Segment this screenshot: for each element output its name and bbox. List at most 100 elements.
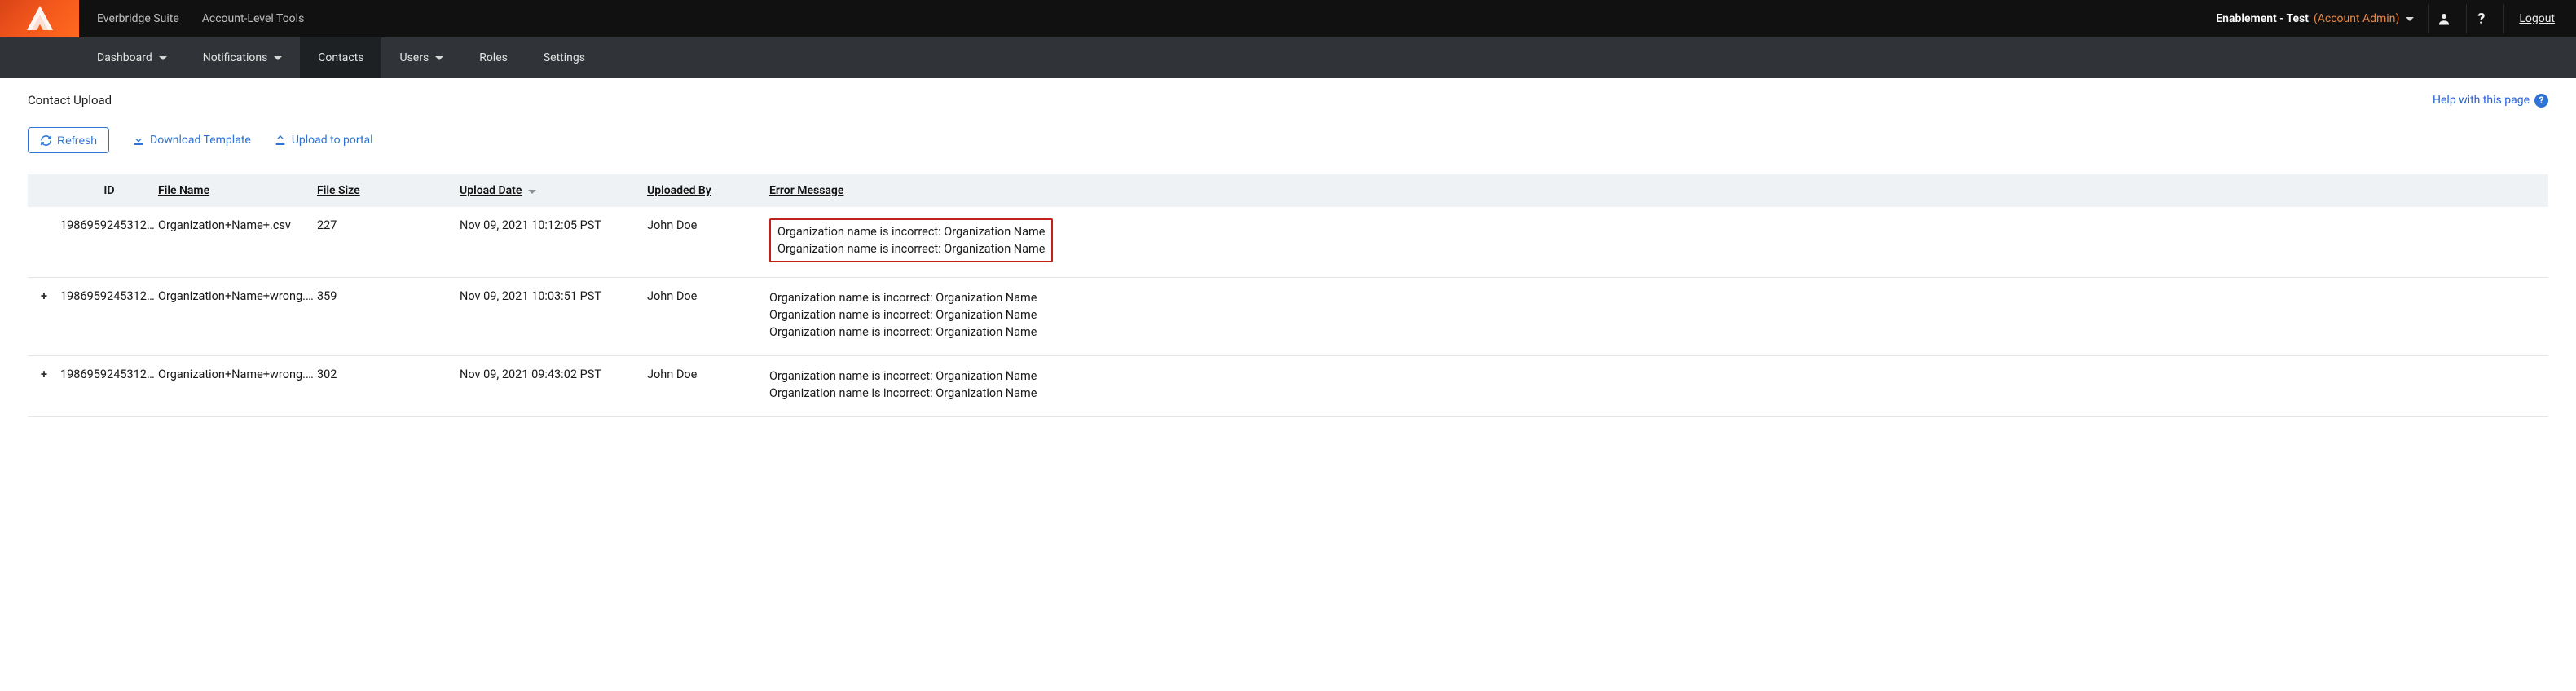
cell-error: Organization name is incorrect: Organiza… — [769, 218, 2539, 262]
cell-id: 19869592453125... — [60, 218, 158, 262]
cell-date: Nov 09, 2021 10:12:05 PST — [460, 218, 647, 262]
nav-settings[interactable]: Settings — [526, 37, 603, 78]
account-name: Enablement - Test — [2216, 12, 2309, 25]
col-file[interactable]: File Name — [158, 184, 317, 197]
col-by-label[interactable]: Uploaded By — [647, 184, 711, 197]
refresh-icon — [40, 134, 52, 147]
topbar-left: Everbridge Suite Account-Level Tools — [79, 0, 2206, 37]
error-line: Organization name is incorrect: Organiza… — [777, 240, 1045, 257]
cell-file: Organization+Name+wrong.c... — [158, 289, 317, 341]
expand-cell[interactable]: + — [37, 368, 60, 402]
page-header: Contact Upload Help with this page ? — [28, 93, 2548, 108]
chevron-down-icon — [435, 56, 443, 60]
account-switcher[interactable]: Enablement - Test (Account Admin) — [2216, 12, 2420, 25]
nav-notifications-label: Notifications — [203, 51, 268, 64]
topbar: Everbridge Suite Account-Level Tools Ena… — [0, 0, 2576, 37]
nav-dashboard-label: Dashboard — [97, 51, 152, 64]
cell-by: John Doe — [647, 289, 769, 341]
cell-size: 227 — [317, 218, 460, 262]
col-size-label[interactable]: File Size — [317, 184, 360, 197]
cell-file: Organization+Name+.csv — [158, 218, 317, 262]
cell-by: John Doe — [647, 368, 769, 402]
user-icon — [2437, 11, 2451, 26]
everbridge-logo-icon — [24, 4, 56, 33]
cell-error: Organization name is incorrect: Organiza… — [769, 368, 2539, 402]
table-body: 19869592453125...Organization+Name+.csv2… — [28, 207, 2548, 417]
tools-link[interactable]: Account-Level Tools — [202, 12, 305, 25]
logout-link[interactable]: Logout — [2503, 4, 2566, 33]
cell-file: Organization+Name+wrong.c... — [158, 368, 317, 402]
error-lines: Organization name is incorrect: Organiza… — [769, 289, 2522, 341]
col-id: ID — [60, 184, 158, 197]
uploads-table: ID File Name File Size Upload Date Uploa… — [28, 174, 2548, 417]
download-icon — [132, 134, 145, 147]
cell-by: John Doe — [647, 218, 769, 262]
suite-link[interactable]: Everbridge Suite — [97, 12, 179, 25]
nav-dashboard[interactable]: Dashboard — [79, 37, 185, 78]
main-nav: Dashboard Notifications Contacts Users R… — [0, 37, 2576, 78]
error-line: Organization name is incorrect: Organiza… — [769, 385, 2522, 402]
error-line: Organization name is incorrect: Organiza… — [769, 368, 2522, 385]
upload-portal-link[interactable]: Upload to portal — [274, 134, 373, 147]
nav-roles-label: Roles — [479, 51, 508, 64]
col-expand — [37, 184, 60, 197]
col-id-label: ID — [103, 184, 114, 197]
help-link-label: Help with this page — [2433, 94, 2530, 107]
cell-date: Nov 09, 2021 10:03:51 PST — [460, 289, 647, 341]
question-icon: ? — [2477, 11, 2485, 28]
col-by[interactable]: Uploaded By — [647, 184, 769, 197]
cell-id: 19869592453125... — [60, 368, 158, 402]
col-err-label[interactable]: Error Message — [769, 184, 843, 197]
user-profile-button[interactable] — [2428, 4, 2458, 33]
table-header: ID File Name File Size Upload Date Uploa… — [28, 174, 2548, 207]
upload-label: Upload to portal — [292, 134, 373, 147]
table-row: +19869592453125...Organization+Name+wron… — [28, 356, 2548, 417]
cell-error: Organization name is incorrect: Organiza… — [769, 289, 2539, 341]
error-line: Organization name is incorrect: Organiza… — [769, 323, 2522, 341]
col-date[interactable]: Upload Date — [460, 184, 647, 197]
col-file-label[interactable]: File Name — [158, 184, 209, 197]
page-body: Contact Upload Help with this page ? Ref… — [0, 78, 2576, 442]
refresh-label: Refresh — [57, 134, 97, 147]
chevron-down-icon — [159, 56, 167, 60]
expand-cell — [37, 218, 60, 262]
table-row: +19869592453125...Organization+Name+wron… — [28, 278, 2548, 356]
help-link[interactable]: Help with this page ? — [2433, 94, 2548, 108]
nav-settings-label: Settings — [544, 51, 585, 64]
cell-date: Nov 09, 2021 09:43:02 PST — [460, 368, 647, 402]
expand-row-button[interactable]: + — [37, 289, 51, 302]
help-button[interactable]: ? — [2466, 4, 2495, 33]
nav-contacts-label: Contacts — [318, 51, 363, 64]
error-line: Organization name is incorrect: Organiza… — [777, 223, 1045, 240]
expand-row-button[interactable]: + — [37, 368, 51, 381]
nav-contacts[interactable]: Contacts — [300, 37, 381, 78]
nav-users-label: Users — [399, 51, 429, 64]
error-line: Organization name is incorrect: Organiza… — [769, 306, 2522, 323]
nav-notifications[interactable]: Notifications — [185, 37, 301, 78]
account-role: (Account Admin) — [2314, 12, 2399, 25]
cell-size: 359 — [317, 289, 460, 341]
brand-logo[interactable] — [0, 0, 79, 37]
error-lines: Organization name is incorrect: Organiza… — [769, 368, 2522, 402]
error-line: Organization name is incorrect: Organiza… — [769, 289, 2522, 306]
upload-icon — [274, 134, 287, 147]
nav-roles[interactable]: Roles — [461, 37, 526, 78]
chevron-down-icon — [274, 56, 282, 60]
page-title: Contact Upload — [28, 93, 112, 108]
help-circle-icon: ? — [2534, 94, 2548, 108]
chevron-down-icon — [2406, 17, 2414, 21]
col-date-label[interactable]: Upload Date — [460, 184, 522, 197]
col-err[interactable]: Error Message — [769, 184, 2539, 197]
topbar-right: Enablement - Test (Account Admin) ? Logo… — [2206, 0, 2576, 37]
download-template-link[interactable]: Download Template — [132, 134, 251, 147]
table-row: 19869592453125...Organization+Name+.csv2… — [28, 207, 2548, 278]
cell-id: 19869592453125... — [60, 289, 158, 341]
sort-desc-icon — [528, 190, 536, 194]
error-highlight-box: Organization name is incorrect: Organiza… — [769, 218, 1053, 262]
action-bar: Refresh Download Template Upload to port… — [28, 127, 2548, 153]
nav-users[interactable]: Users — [381, 37, 461, 78]
cell-size: 302 — [317, 368, 460, 402]
refresh-button[interactable]: Refresh — [28, 127, 109, 153]
col-size[interactable]: File Size — [317, 184, 460, 197]
expand-cell[interactable]: + — [37, 289, 60, 341]
